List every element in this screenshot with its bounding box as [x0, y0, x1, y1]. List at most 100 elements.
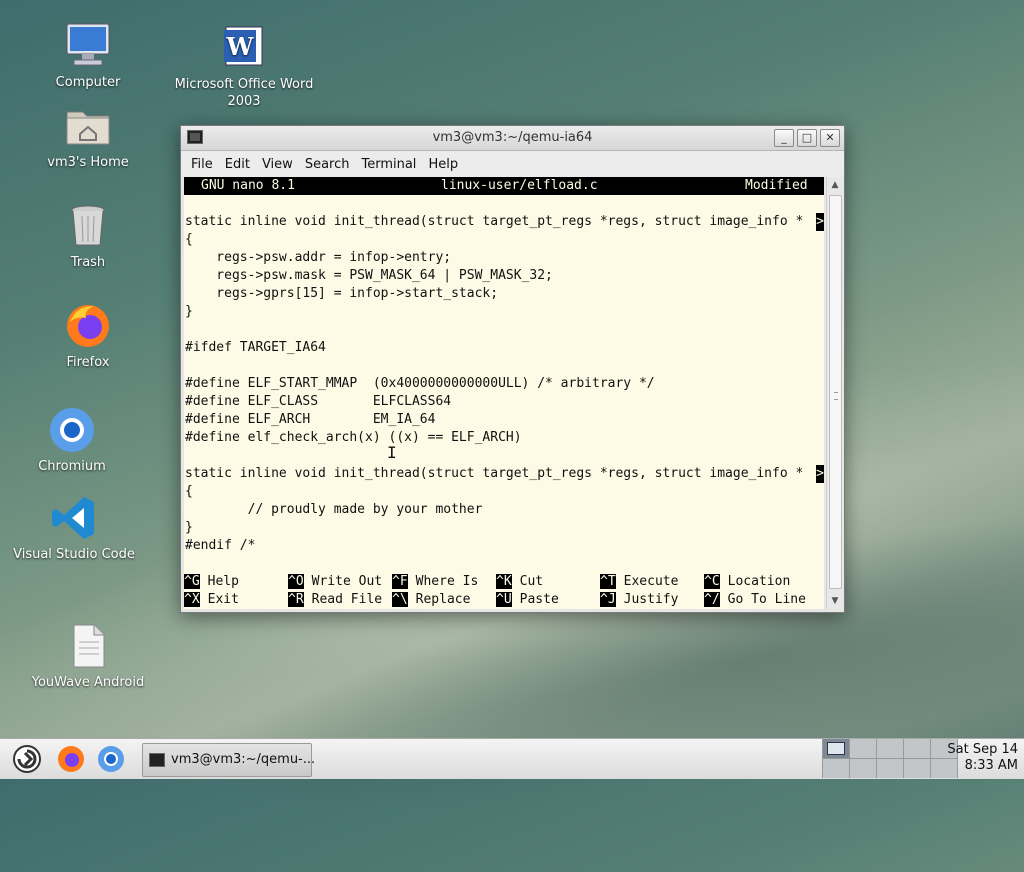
shortcut-label: Location	[727, 574, 791, 589]
shortcut-key: ^J	[600, 592, 616, 607]
clock[interactable]: Sat Sep 14 8:33 AM	[947, 742, 1018, 774]
workspace-6[interactable]	[823, 759, 849, 778]
chromium-icon[interactable]	[96, 744, 126, 774]
menu-file[interactable]: File	[185, 157, 219, 172]
workspace-3[interactable]	[877, 739, 903, 758]
shortcut-item: ^U Paste	[496, 591, 559, 609]
code-line: #define ELF_ARCH EM_IA_64	[185, 412, 436, 427]
shortcut-label: Replace	[415, 592, 471, 607]
menu-view[interactable]: View	[256, 157, 299, 172]
chromium-icon	[48, 406, 96, 454]
workspace-4[interactable]	[904, 739, 930, 758]
close-button[interactable]: ✕	[820, 129, 840, 147]
desktop-icon-label: YouWave Android	[31, 675, 145, 690]
desktop-icon-chromium[interactable]: Chromium	[2, 406, 142, 475]
shortcut-label: Help	[207, 574, 239, 589]
svg-text:W: W	[226, 32, 255, 61]
home-folder-icon	[64, 102, 112, 150]
line-overflow-marker: >	[816, 213, 824, 231]
desktop-icon-trash[interactable]: Trash	[18, 202, 158, 271]
terminal-area[interactable]: GNU nano 8.1 linux-user/elfload.c Modifi…	[184, 177, 824, 609]
desktop-icon-label: vm3's Home	[47, 155, 129, 170]
workspace-pager[interactable]	[822, 739, 958, 778]
shortcut-item: ^T Execute	[600, 573, 678, 591]
code-line: {	[185, 232, 193, 247]
menu-edit[interactable]: Edit	[219, 157, 256, 172]
nano-header: GNU nano 8.1 linux-user/elfload.c Modifi…	[184, 177, 824, 195]
code-line: }	[185, 520, 193, 535]
desktop-icon-youwave[interactable]: YouWave Android	[18, 622, 158, 691]
shortcut-label: Justify	[623, 592, 679, 607]
desktop-icon-vscode[interactable]: Visual Studio Code	[4, 494, 144, 563]
line-overflow-marker: >	[816, 465, 824, 483]
workspace-9[interactable]	[904, 759, 930, 778]
code-line: regs->psw.mask = PSW_MASK_64 | PSW_MASK_…	[185, 268, 553, 283]
shortcut-key: ^U	[496, 592, 512, 607]
scrollbar[interactable]: ▲ ▼	[826, 177, 843, 609]
code-line: regs->psw.addr = infop->entry;	[185, 250, 452, 265]
desktop-icon-label: Visual Studio Code	[13, 547, 135, 562]
menu-help[interactable]: Help	[422, 157, 464, 172]
task-label: vm3@vm3:~/qemu-...	[171, 752, 316, 767]
code-line: regs->gprs[15] = infop->start_stack;	[185, 286, 499, 301]
desktop-icon-label: Microsoft Office Word 2003	[174, 77, 314, 109]
desktop-icon-home[interactable]: vm3's Home	[18, 102, 158, 171]
code-line: #endif /*	[185, 538, 256, 553]
code-line: static inline void init_thread(struct ta…	[185, 213, 824, 231]
text-cursor-icon: I	[387, 443, 397, 462]
nano-filename: linux-user/elfload.c	[441, 178, 598, 193]
desktop-icon-word[interactable]: W Microsoft Office Word 2003	[174, 24, 314, 110]
taskbar-task-terminal[interactable]: vm3@vm3:~/qemu-...	[142, 743, 316, 777]
menu-terminal[interactable]: Terminal	[355, 157, 422, 172]
menu-bar: File Edit View Search Terminal Help	[181, 151, 844, 177]
shortcut-key: ^C	[704, 574, 720, 589]
shortcut-key: ^G	[184, 574, 200, 589]
workspace-2[interactable]	[850, 739, 876, 758]
shortcut-key: ^T	[600, 574, 616, 589]
desktop-icon-label: Firefox	[66, 355, 110, 370]
workspace-8[interactable]	[877, 759, 903, 778]
shortcut-key: ^F	[392, 574, 408, 589]
scroll-up-icon[interactable]: ▲	[827, 177, 843, 193]
shortcut-key: ^X	[184, 592, 200, 607]
vscode-icon	[50, 494, 98, 542]
scroll-down-icon[interactable]: ▼	[827, 593, 843, 609]
shortcut-item: ^X Exit	[184, 591, 239, 609]
maximize-button[interactable]: □	[797, 129, 817, 147]
shortcut-label: Cut	[519, 574, 544, 589]
desktop-icon-label: Trash	[70, 255, 106, 270]
shortcut-label: Go To Line	[727, 592, 806, 607]
shortcut-key: ^/	[704, 592, 720, 607]
shortcut-item: ^G Help	[184, 573, 239, 591]
clock-time: 8:33 AM	[964, 758, 1018, 773]
desktop-icon-firefox[interactable]: Firefox	[18, 302, 158, 371]
desktop-icon-computer[interactable]: Computer	[18, 22, 158, 91]
workspace-7[interactable]	[850, 759, 876, 778]
shortcut-key: ^K	[496, 574, 512, 589]
firefox-icon[interactable]	[56, 744, 86, 774]
menu-launcher-icon[interactable]	[12, 744, 42, 774]
trash-icon	[64, 202, 112, 250]
menu-search[interactable]: Search	[299, 157, 356, 172]
code-line: static inline void init_thread(struct ta…	[185, 465, 824, 483]
shortcut-label: Paste	[519, 592, 559, 607]
shortcut-item: ^C Location	[704, 573, 790, 591]
code-line: #define elf_check_arch(x) ((x) == ELF_AR…	[185, 430, 522, 445]
window-titlebar[interactable]: vm3@vm3:~/qemu-ia64 _ □ ✕	[181, 126, 844, 151]
computer-icon	[64, 22, 112, 70]
shortcut-label: Read File	[311, 592, 383, 607]
minimize-button[interactable]: _	[774, 129, 794, 147]
workspace-1[interactable]	[823, 739, 849, 758]
scroll-thumb[interactable]	[829, 195, 842, 589]
editor-content[interactable]: static inline void init_thread(struct ta…	[184, 195, 824, 573]
nano-version: GNU nano 8.1	[201, 178, 295, 193]
terminal-window[interactable]: vm3@vm3:~/qemu-ia64 _ □ ✕ File Edit View…	[180, 125, 845, 613]
code-line: #ifdef TARGET_IA64	[185, 340, 326, 355]
document-icon	[64, 622, 112, 670]
shortcut-key: ^O	[288, 574, 304, 589]
shortcut-item: ^F Where Is	[392, 573, 478, 591]
firefox-icon	[64, 302, 112, 350]
taskbar: vm3@vm3:~/qemu-... Sat Sep 14 8:33 AM	[0, 738, 1024, 779]
